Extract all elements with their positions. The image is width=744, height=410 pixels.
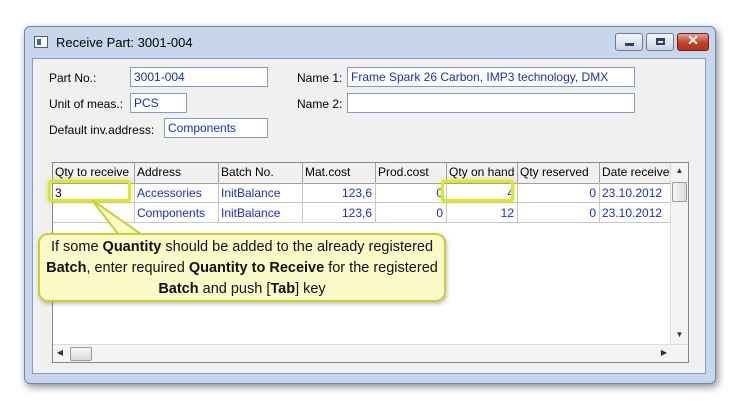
callout-bold: Quantity [102,239,162,255]
callout-bold: Tab [270,281,296,297]
callout-text: and push [ [198,281,271,297]
callout-bold: Batch [46,260,87,276]
callout-bold: Quantity to Receive [188,260,325,276]
instruction-callout: If some Quantity should be added to the … [38,233,446,302]
callout-text: should be added to the already registere… [161,239,434,255]
callout-text: If some [50,239,103,255]
callout-text: ] key [295,281,326,297]
callout-text: for the registered [324,260,438,276]
callout-pointer [91,199,152,240]
callout-bold: Batch [158,281,199,297]
callout-text: , enter required [86,260,189,276]
